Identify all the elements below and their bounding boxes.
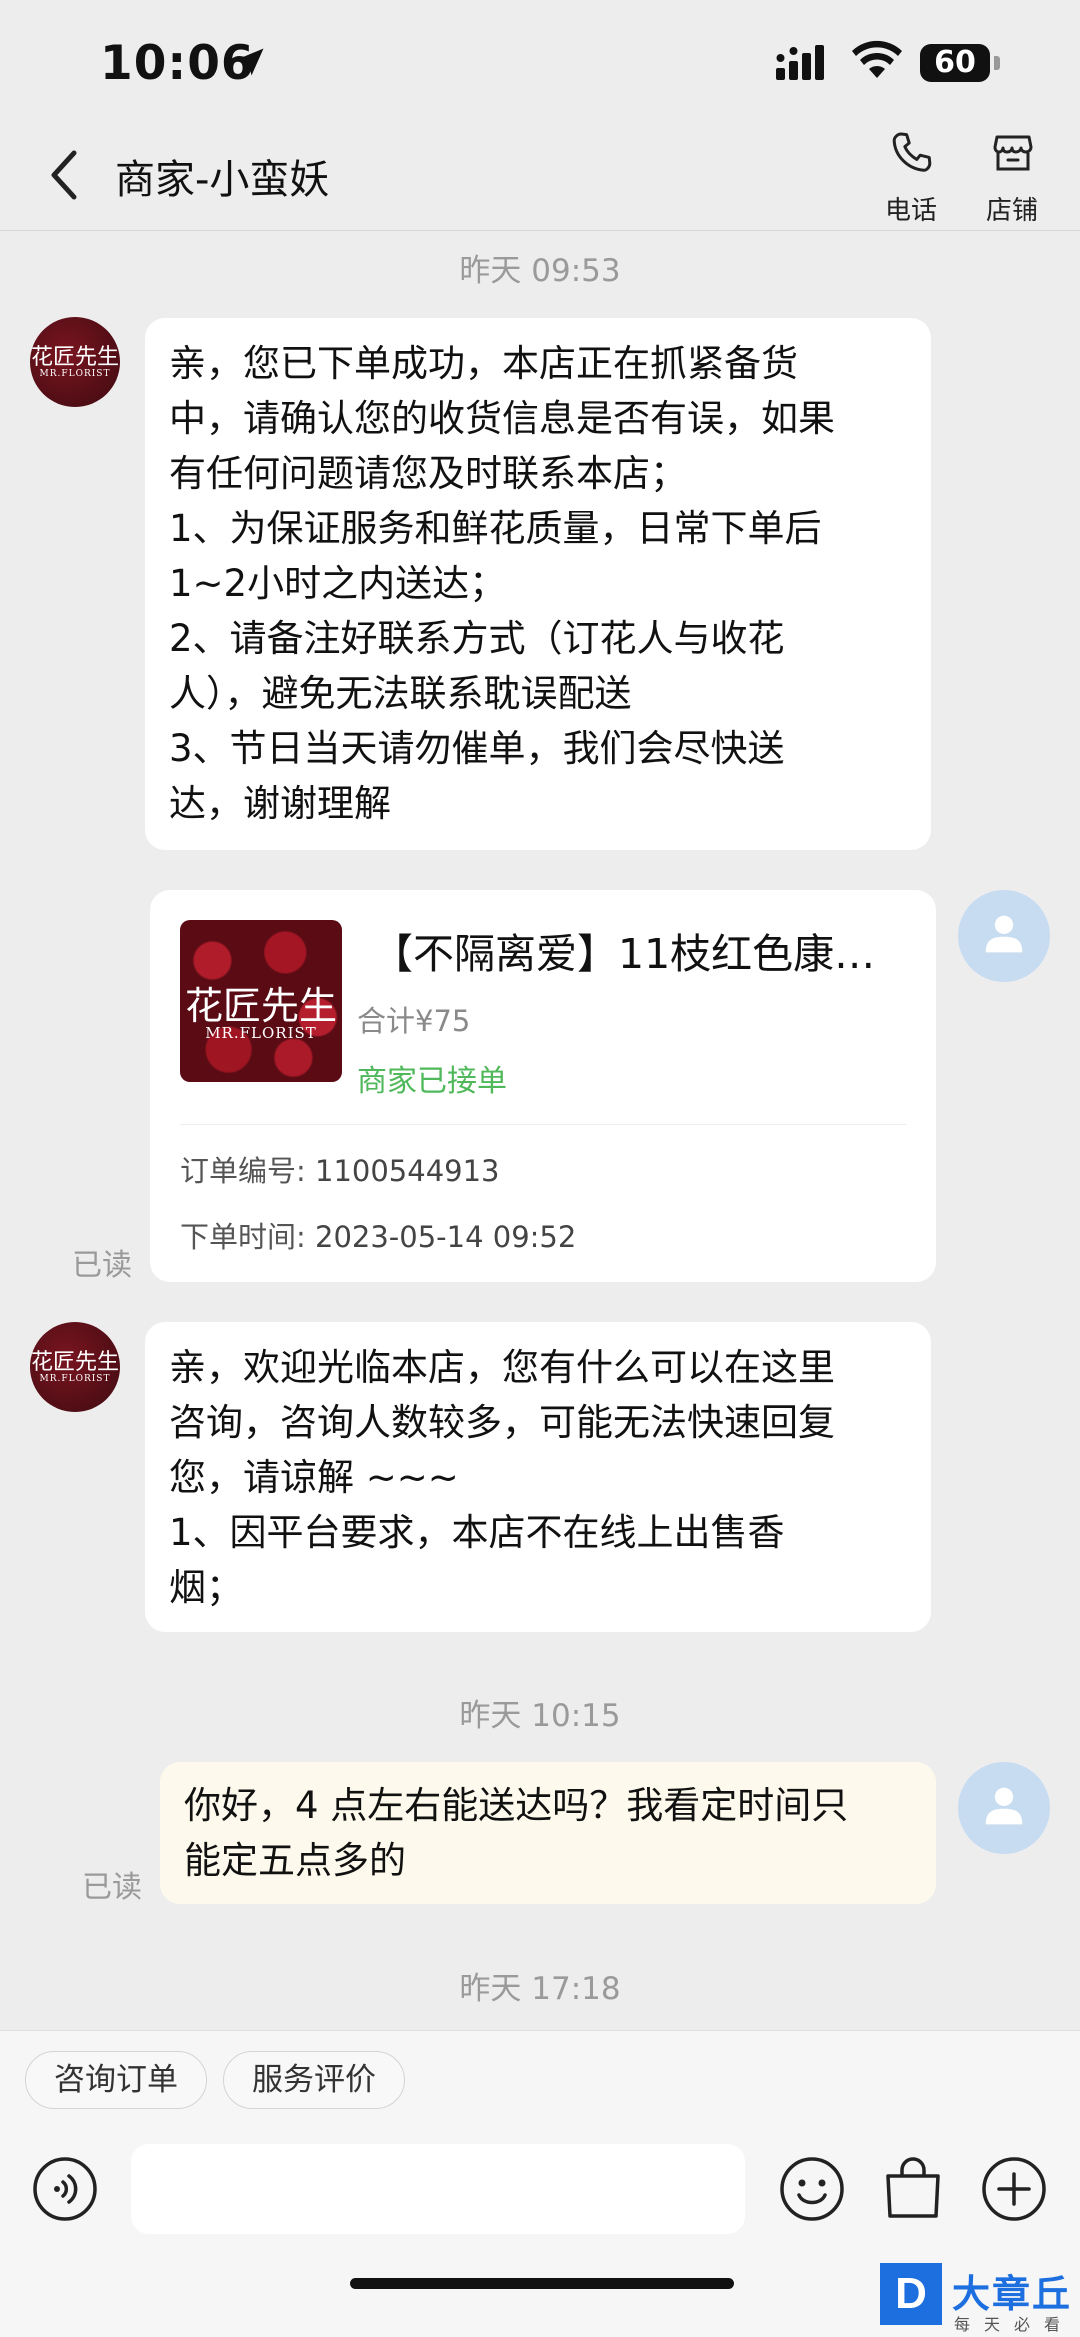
product-title: 【不隔离爱】11枝红色康… [372,930,876,978]
plus-circle-icon[interactable] [979,2154,1049,2224]
shop-logo-subtext: MR.FLORIST [39,1374,111,1384]
shopping-bag-icon[interactable] [878,2154,948,2224]
watermark-name: 大章丘 [952,2272,1073,2316]
cellular-signal-icon [776,45,824,80]
user-avatar[interactable] [958,1762,1050,1854]
store-icon [993,135,1033,171]
shop-message-bubble: 亲，您已下单成功，本店正在抓紧备货 中，请确认您的收货信息是否有误，如果 有任何… [145,318,931,850]
shop-logo-text: 花匠先生 [30,1350,119,1375]
user-message-bubble: 你好，4 点左右能送达吗？我看定时间只 能定五点多的 [160,1762,936,1904]
order-number-row: 订单编号: 1100544913 [180,1148,500,1190]
read-receipt: 已读 [72,1248,132,1283]
shop-button[interactable]: 店铺 [967,127,1057,227]
voice-icon[interactable] [30,2154,100,2224]
order-time-row: 下单时间: 2023-05-14 09:52 [180,1214,576,1256]
timestamp: 昨天 09:53 [459,253,621,289]
order-card[interactable]: 花匠先生 MR.FLORIST 【不隔离爱】11枝红色康… 合计¥75 商家已接… [150,890,936,1282]
watermark-logo-icon: D [880,2263,942,2325]
phone-button[interactable]: 电话 [866,127,956,227]
quick-action-service-review[interactable]: 服务评价 [223,2051,405,2109]
home-indicator [350,2278,734,2289]
read-receipt: 已读 [82,1870,142,1905]
order-total: 合计¥75 [357,1004,471,1038]
timestamp: 昨天 17:18 [459,1971,621,2007]
shop-message-bubble: 亲，欢迎光临本店，您有什么可以在这里 咨询，咨询人数较多，可能无法快速回复 您，… [145,1322,931,1632]
shop-logo-subtext: MR.FLORIST [39,369,111,379]
shop-logo-text: 花匠先生 [30,345,119,370]
watermark: D 大章丘 每天必看 [880,2263,1080,2337]
order-time-label: 下单时间: [180,1220,306,1254]
phone-icon [892,132,932,172]
timestamp: 昨天 10:15 [459,1698,621,1734]
shop-avatar[interactable]: 花匠先生 MR.FLORIST [30,1322,120,1412]
order-number-label: 订单编号: [180,1154,306,1188]
user-icon [985,915,1023,953]
watermark-sub: 每天必看 [954,2315,1075,2334]
status-bar: 10:06 60 [0,0,1080,125]
page-title: 商家-小蛮妖 [115,157,330,203]
user-icon [985,1787,1023,1825]
battery-cap [994,56,1000,70]
quick-action-consult-order[interactable]: 咨询订单 [25,2051,207,2109]
product-image: 花匠先生 MR.FLORIST [180,920,342,1082]
product-logo-subtext: MR.FLORIST [205,1024,317,1042]
battery-indicator: 60 [920,44,990,82]
order-time-value: 2023-05-14 09:52 [315,1220,577,1254]
message-input[interactable] [131,2144,745,2234]
shop-label: 店铺 [985,196,1038,226]
user-avatar[interactable] [958,890,1050,982]
back-chevron-icon[interactable] [40,145,90,205]
emoji-icon[interactable] [777,2154,847,2224]
order-number-value: 1100544913 [315,1154,500,1188]
order-divider [180,1124,906,1125]
product-logo-text: 花匠先生 [184,984,337,1028]
shop-avatar[interactable]: 花匠先生 MR.FLORIST [30,317,120,407]
chat-header: 商家-小蛮妖 电话 店铺 [0,125,1080,231]
location-arrow-icon [236,48,264,76]
wifi-icon [852,40,902,78]
phone-label: 电话 [884,196,937,226]
order-status: 商家已接单 [357,1064,507,1099]
